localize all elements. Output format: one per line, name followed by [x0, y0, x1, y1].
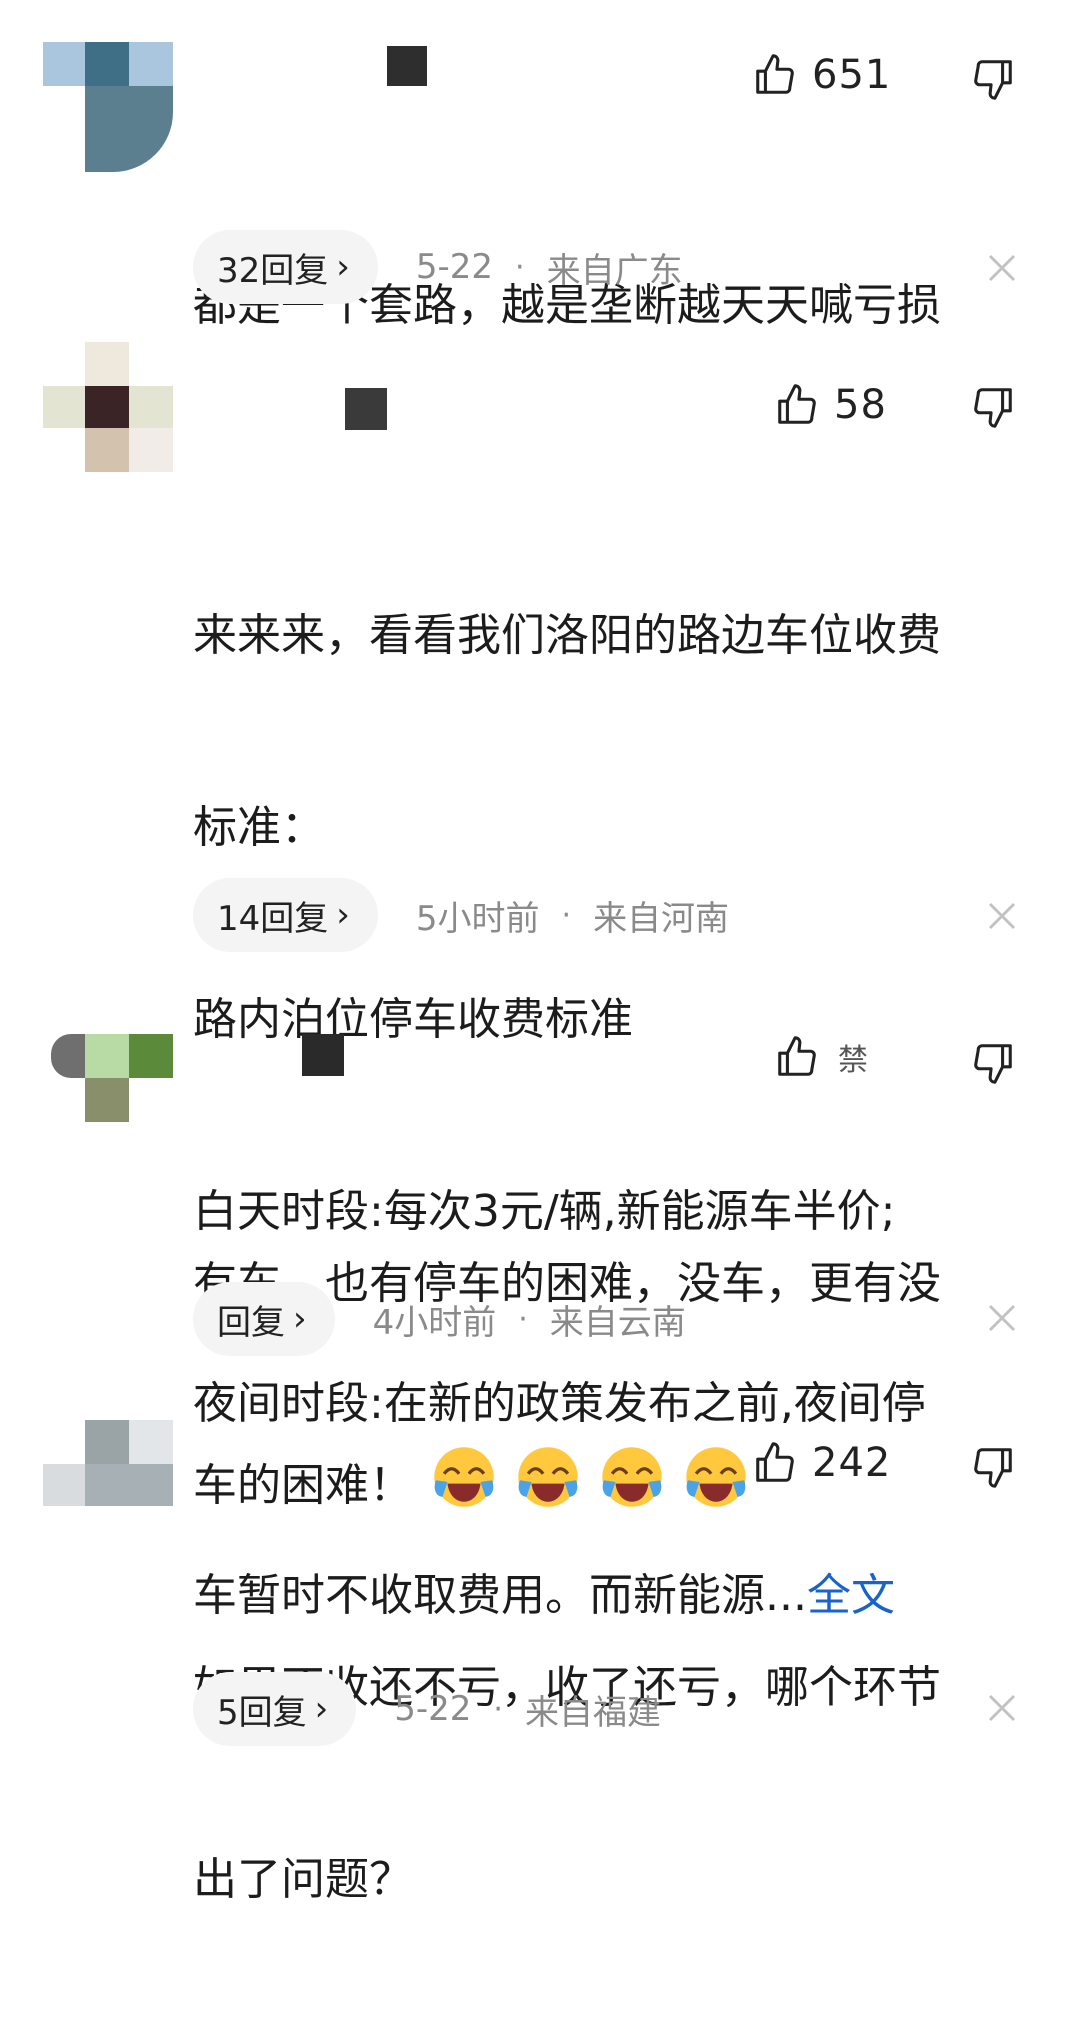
comment-location: 来自福建 [524, 1692, 661, 1733]
close-icon[interactable] [986, 900, 1018, 932]
chevron-right-icon: › [336, 247, 350, 287]
separator: · [561, 897, 572, 933]
comment-card: 58 来来来，看看我们洛阳的路边车位收费 标准： 路内泊位停车收费标准 白天时段… [0, 340, 1080, 1621]
close-icon[interactable] [986, 252, 1018, 284]
chevron-right-icon: › [314, 1689, 329, 1729]
avatar[interactable] [43, 1024, 173, 1154]
avatar[interactable] [43, 342, 173, 472]
like-button[interactable]: 651 [752, 52, 891, 98]
separator: · [518, 1301, 528, 1337]
separator: · [515, 249, 525, 285]
thumbs-up-icon [756, 54, 794, 94]
thumbs-down-icon[interactable] [970, 384, 1016, 430]
comment-card: 242 如果不收还不亏，收了还亏，哪个环节 出了问题？ 5回复 › 5-22 · … [0, 1410, 1080, 1905]
like-count: 651 [812, 52, 892, 98]
thumbs-up-icon [778, 384, 816, 424]
comment-card: 651 都是一个套路，越是垄断越天天喊亏损 32回复 › 5-22 · 来自广东 [0, 0, 1080, 331]
reply-button[interactable]: 14回复 › [193, 878, 378, 952]
like-count: 58 [834, 382, 887, 428]
reply-button[interactable]: 回复 › [193, 1282, 335, 1356]
comment-date: 5-22 [394, 1689, 472, 1729]
thumbs-down-icon[interactable] [970, 1040, 1016, 1086]
chevron-right-icon: › [336, 895, 350, 935]
comment-date: 5-22 [415, 247, 494, 287]
like-button[interactable]: 58 [774, 382, 887, 428]
comment-location: 来自河南 [593, 898, 730, 939]
separator: · [493, 1691, 503, 1727]
avatar[interactable] [43, 1420, 173, 1550]
username-redacted[interactable] [302, 1034, 344, 1076]
close-icon[interactable] [986, 1302, 1018, 1334]
comment-text: 如果不收还不亏，收了还亏，哪个环节 出了问题？ [193, 1662, 941, 1905]
thumbs-up-icon [756, 1442, 794, 1482]
chevron-right-icon: › [293, 1299, 307, 1339]
thumbs-up-icon [778, 1036, 816, 1076]
comment-location: 来自云南 [549, 1302, 686, 1343]
username-redacted[interactable] [345, 388, 387, 430]
like-count: 禁 [838, 1043, 869, 1078]
like-button[interactable]: 禁 [774, 1034, 869, 1080]
comment-card: 禁 有车，也有停车的困难，没车，更有没 车的困难！ 回复 › 4小时前 · 来自云… [0, 1010, 1080, 1511]
comment-location: 来自广东 [546, 250, 683, 291]
close-icon[interactable] [986, 1692, 1018, 1724]
comment-date: 5小时前 [415, 898, 540, 939]
comment-date: 4小时前 [372, 1302, 497, 1343]
reply-button[interactable]: 32回复 › [193, 230, 378, 304]
like-count: 242 [812, 1440, 892, 1486]
thumbs-down-icon[interactable] [970, 1444, 1016, 1490]
like-button[interactable]: 242 [752, 1440, 891, 1486]
username-redacted[interactable] [387, 46, 427, 86]
thumbs-down-icon[interactable] [970, 56, 1016, 102]
avatar[interactable] [43, 42, 173, 172]
